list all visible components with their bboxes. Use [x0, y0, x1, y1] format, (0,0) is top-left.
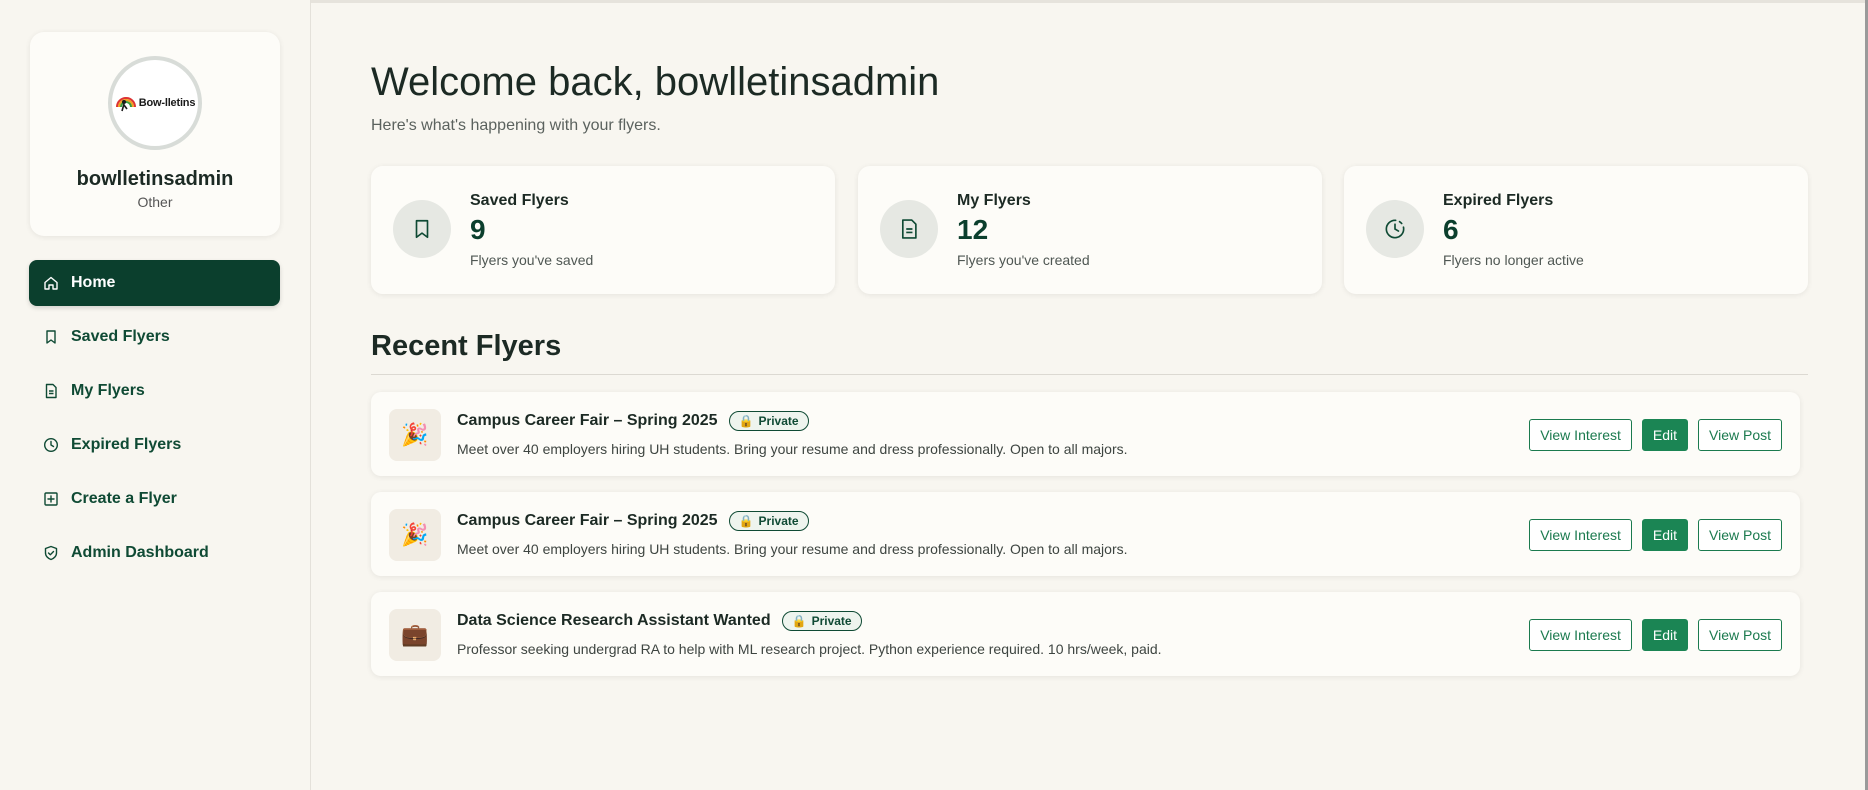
avatar: Bow-lletins [108, 56, 202, 150]
stat-icon-wrap [393, 200, 451, 258]
rainbow-bowler-icon [115, 97, 136, 112]
flyer-thumbnail: 🎉 [389, 409, 441, 461]
status-badge: 🔒 Private [728, 511, 809, 531]
stat-description: Flyers you've saved [470, 252, 594, 268]
badge-label: Private [811, 614, 852, 628]
flyer-row: 💼 Data Science Research Assistant Wanted… [371, 592, 1800, 676]
plus-square-icon [44, 492, 58, 506]
sidebar-item-label: Saved Flyers [71, 328, 170, 345]
view-post-button[interactable]: View Post [1698, 419, 1782, 451]
profile-name: bowlletinsadmin [76, 168, 234, 190]
view-interest-button[interactable]: View Interest [1529, 519, 1632, 551]
flyer-row: 🎉 Campus Career Fair – Spring 2025 🔒 Pri… [371, 492, 1800, 576]
page-subtitle: Here's what's happening with your flyers… [371, 117, 661, 134]
flyer-actions: View Interest Edit View Post [1529, 619, 1782, 651]
sidebar-item-label: Create a Flyer [71, 490, 177, 507]
stat-icon-wrap [880, 200, 938, 258]
flyer-description: Professor seeking undergrad RA to help w… [457, 641, 1162, 657]
sidebar: Bow-lletins bowlletinsadmin Other Home S… [0, 0, 311, 790]
view-post-button[interactable]: View Post [1698, 519, 1782, 551]
stat-value: 9 [470, 214, 486, 245]
home-icon [44, 276, 58, 290]
flyer-title: Campus Career Fair – Spring 2025 [457, 512, 718, 529]
sidebar-item-home[interactable]: Home [29, 260, 280, 306]
flyer-description: Meet over 40 employers hiring UH student… [457, 541, 1128, 557]
flyer-title-row: Campus Career Fair – Spring 2025 🔒 Priva… [457, 511, 809, 531]
flyer-thumbnail: 💼 [389, 609, 441, 661]
status-badge: 🔒 Private [728, 411, 809, 431]
flyer-thumbnail: 🎉 [389, 509, 441, 561]
badge-label: Private [758, 514, 799, 528]
stat-card-my-flyers[interactable]: My Flyers 12 Flyers you've created [858, 166, 1322, 294]
edit-button[interactable]: Edit [1641, 519, 1688, 551]
stat-label: Saved Flyers [470, 192, 569, 209]
view-post-button[interactable]: View Post [1698, 619, 1782, 651]
clock-icon [1385, 219, 1405, 239]
flyer-title: Campus Career Fair – Spring 2025 [457, 412, 718, 429]
flyer-title-row: Data Science Research Assistant Wanted 🔒… [457, 611, 862, 631]
flyer-actions: View Interest Edit View Post [1529, 419, 1782, 451]
badge-label: Private [758, 414, 799, 428]
stat-label: Expired Flyers [1443, 192, 1554, 209]
sidebar-item-create-flyer[interactable]: Create a Flyer [29, 476, 280, 522]
stat-icon-wrap [1366, 200, 1424, 258]
edit-button[interactable]: Edit [1641, 419, 1688, 451]
flyer-description: Meet over 40 employers hiring UH student… [457, 441, 1128, 457]
sidebar-item-label: Expired Flyers [71, 436, 182, 453]
party-popper-icon: 🎉 [401, 522, 429, 547]
profile-card: Bow-lletins bowlletinsadmin Other [30, 32, 280, 236]
sidebar-item-saved-flyers[interactable]: Saved Flyers [29, 314, 280, 360]
divider [371, 374, 1808, 375]
recent-flyers-heading: Recent Flyers [371, 330, 562, 362]
edit-button[interactable]: Edit [1641, 619, 1688, 651]
lock-icon: 🔒 [791, 614, 807, 628]
flyer-actions: View Interest Edit View Post [1529, 519, 1782, 551]
party-popper-icon: 🎉 [401, 422, 429, 447]
bookmark-icon [46, 330, 56, 344]
sidebar-item-my-flyers[interactable]: My Flyers [29, 368, 280, 414]
view-interest-button[interactable]: View Interest [1529, 419, 1632, 451]
logo-text: Bow-lletins [138, 97, 196, 109]
bowlletins-logo: Bow-lletins [115, 93, 195, 113]
briefcase-icon: 💼 [401, 622, 429, 647]
status-badge: 🔒 Private [781, 611, 862, 631]
sidebar-item-label: Admin Dashboard [71, 544, 209, 561]
stat-description: Flyers you've created [957, 252, 1090, 268]
bookmark-icon [415, 219, 429, 239]
page-title: Welcome back, bowlletinsadmin [371, 60, 940, 104]
sidebar-item-expired-flyers[interactable]: Expired Flyers [29, 422, 280, 468]
lock-icon: 🔒 [738, 514, 754, 528]
sidebar-item-label: Home [71, 274, 116, 291]
stat-description: Flyers no longer active [1443, 252, 1584, 268]
stat-label: My Flyers [957, 192, 1031, 209]
stat-value: 12 [957, 214, 989, 245]
document-icon [901, 219, 917, 239]
flyer-title-row: Campus Career Fair – Spring 2025 🔒 Priva… [457, 411, 809, 431]
sidebar-item-label: My Flyers [71, 382, 145, 399]
stat-card-expired-flyers[interactable]: Expired Flyers 6 Flyers no longer active [1344, 166, 1808, 294]
lock-icon: 🔒 [738, 414, 754, 428]
document-icon [45, 383, 57, 399]
shield-check-icon [44, 545, 58, 561]
clock-icon [43, 437, 59, 453]
flyer-title: Data Science Research Assistant Wanted [457, 612, 771, 629]
sidebar-item-admin-dashboard[interactable]: Admin Dashboard [29, 530, 280, 576]
view-interest-button[interactable]: View Interest [1529, 619, 1632, 651]
sidebar-nav: Home Saved Flyers My Flyers Expired Flye… [29, 260, 280, 584]
flyer-row: 🎉 Campus Career Fair – Spring 2025 🔒 Pri… [371, 392, 1800, 476]
stat-value: 6 [1443, 214, 1459, 245]
profile-role: Other [137, 194, 173, 210]
stat-card-saved-flyers[interactable]: Saved Flyers 9 Flyers you've saved [371, 166, 835, 294]
